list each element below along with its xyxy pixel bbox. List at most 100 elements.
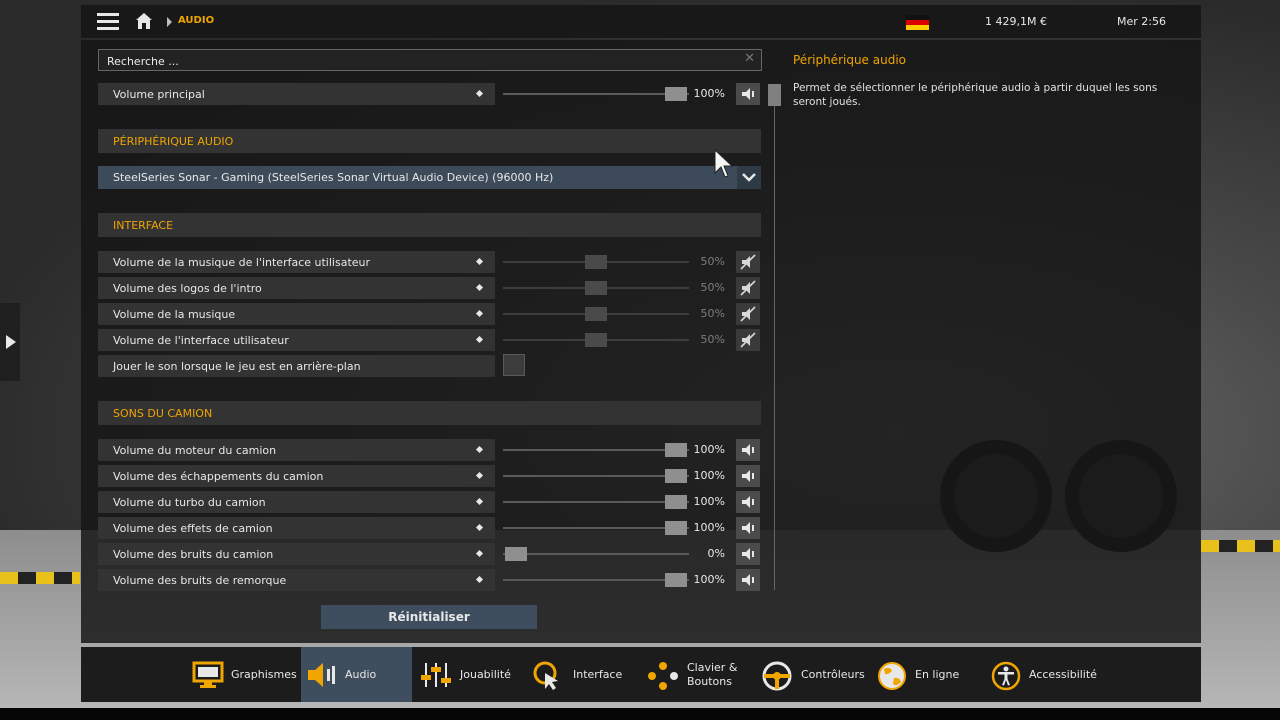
mouse-cursor-icon (714, 149, 734, 178)
trailer-noise-volume-label: Volume des bruits de remorque (113, 574, 287, 587)
audio-device-dropdown[interactable]: SteelSeries Sonar - Gaming (SteelSeries … (98, 166, 761, 189)
tab-gameplay[interactable]: Jouabilité (412, 647, 522, 702)
hamburger-menu-icon[interactable] (97, 13, 119, 30)
tab-online-label: En ligne (915, 668, 960, 681)
ui-music-volume-value: 50% (700, 255, 725, 268)
turbo-mute-button[interactable] (736, 491, 760, 513)
diamond-icon (475, 89, 484, 98)
settings-panel: ✕ Volume principal 100% PÉRIPHÉRIQUE AUD… (81, 40, 1201, 643)
ui-music-mute-button[interactable] (736, 251, 760, 273)
exhaust-mute-button[interactable] (736, 465, 760, 487)
breadcrumb-arrow-icon (167, 17, 172, 27)
music-mute-button[interactable] (736, 303, 760, 325)
diamond-icon (475, 471, 484, 480)
tab-interface-label: Interface (573, 668, 623, 681)
reset-button[interactable]: Réinitialiser (321, 605, 537, 629)
truck-effects-volume-value: 100% (693, 521, 725, 534)
intro-logos-volume-slider[interactable] (503, 277, 689, 299)
intro-logos-mute-button[interactable] (736, 277, 760, 299)
scrollbar-thumb[interactable] (768, 84, 781, 106)
gamepad-buttons-icon (648, 662, 678, 690)
slider-thumb[interactable] (585, 281, 607, 295)
master-mute-button[interactable] (736, 83, 760, 105)
trailer-noise-mute-button[interactable] (736, 569, 760, 591)
tab-keyboard-label-line1: Clavier & (687, 661, 738, 674)
truck-noise-volume-label: Volume des bruits du camion (113, 548, 274, 561)
truck-noise-volume-value: 0% (707, 547, 725, 560)
engine-volume-row: Volume du moteur du camion (98, 439, 495, 461)
engine-mute-button[interactable] (736, 439, 760, 461)
intro-logos-volume-label: Volume des logos de l'intro (113, 282, 262, 295)
ui-mute-button[interactable] (736, 329, 760, 351)
diamond-icon (475, 575, 484, 584)
turbo-volume-slider[interactable] (503, 491, 689, 513)
clear-search-icon[interactable]: ✕ (744, 51, 755, 66)
background-sound-checkbox[interactable] (503, 354, 525, 376)
tab-keyboard-buttons[interactable]: Clavier & Boutons (632, 647, 747, 702)
exhaust-volume-value: 100% (693, 469, 725, 482)
speaker-icon (742, 88, 754, 100)
tab-graphics-label: Graphismes (231, 668, 297, 681)
section-interface: INTERFACE (98, 213, 761, 237)
game-clock: Mer 2:56 (1117, 15, 1166, 28)
slider-thumb[interactable] (585, 307, 607, 321)
music-volume-label: Volume de la musique (113, 308, 236, 321)
diamond-icon (475, 335, 484, 344)
tab-online[interactable]: En ligne (862, 647, 977, 702)
speaker-muted-icon (740, 280, 756, 296)
top-bar: AUDIO 1 429,1M € Mer 2:56 (81, 5, 1201, 38)
ui-volume-label: Volume de l'interface utilisateur (113, 334, 289, 347)
speaker-muted-icon (740, 254, 756, 270)
section-audio-device: PÉRIPHÉRIQUE AUDIO (98, 129, 761, 153)
diamond-icon (475, 309, 484, 318)
turbo-volume-row: Volume du turbo du camion (98, 491, 495, 513)
music-volume-slider[interactable] (503, 303, 689, 325)
home-icon[interactable] (135, 12, 153, 30)
diamond-icon (475, 549, 484, 558)
engine-volume-slider[interactable] (503, 439, 689, 461)
truck-effects-volume-slider[interactable] (503, 517, 689, 539)
speaker-icon (742, 522, 754, 534)
tab-interface[interactable]: Interface (522, 647, 632, 702)
diamond-icon (475, 283, 484, 292)
music-volume-row: Volume de la musique (98, 303, 495, 325)
master-volume-slider[interactable] (503, 83, 689, 105)
germany-flag-icon (906, 15, 929, 30)
dropdown-button[interactable] (737, 166, 761, 189)
trailer-noise-volume-slider[interactable] (503, 569, 689, 591)
ui-volume-slider[interactable] (503, 329, 689, 351)
tab-accessibility[interactable]: Accessibilité (977, 647, 1107, 702)
truck-noise-volume-slider[interactable] (503, 543, 689, 565)
speaker-icon (742, 470, 754, 482)
tab-controllers[interactable]: Contrôleurs (747, 647, 865, 702)
trailer-noise-volume-row: Volume des bruits de remorque (98, 569, 495, 591)
bottom-edge (0, 708, 1280, 720)
truck-noise-mute-button[interactable] (736, 543, 760, 565)
slider-thumb[interactable] (585, 255, 607, 269)
exhaust-volume-slider[interactable] (503, 465, 689, 487)
chevron-down-icon (742, 173, 756, 182)
tab-graphics[interactable]: Graphismes (186, 647, 301, 702)
slider-thumb[interactable] (585, 333, 607, 347)
intro-logos-volume-value: 50% (700, 281, 725, 294)
truck-effects-mute-button[interactable] (736, 517, 760, 539)
intro-logos-volume-row: Volume des logos de l'intro (98, 277, 495, 299)
trailer-noise-volume-value: 100% (693, 573, 725, 586)
exhaust-volume-label: Volume des échappements du camion (113, 470, 324, 483)
tab-audio[interactable]: Audio (301, 647, 412, 702)
ui-music-volume-slider[interactable] (503, 251, 689, 273)
slider-thumb[interactable] (505, 547, 527, 561)
scrollbar-track[interactable] (774, 84, 775, 590)
exhaust-volume-row: Volume des échappements du camion (98, 465, 495, 487)
engine-volume-label: Volume du moteur du camion (113, 444, 277, 457)
bottom-navigation: Graphismes Audio Jouabilité Interface Cl… (81, 647, 1201, 702)
accessibility-person-icon (991, 661, 1021, 691)
chevron-right-icon (6, 335, 16, 349)
side-panel-toggle[interactable] (0, 303, 20, 381)
globe-icon (878, 662, 906, 690)
truck-effects-volume-label: Volume des effets de camion (113, 522, 273, 535)
section-title: SONS DU CAMION (113, 407, 213, 420)
turbo-volume-value: 100% (693, 495, 725, 508)
search-input[interactable] (99, 51, 737, 72)
section-title: INTERFACE (113, 219, 174, 232)
